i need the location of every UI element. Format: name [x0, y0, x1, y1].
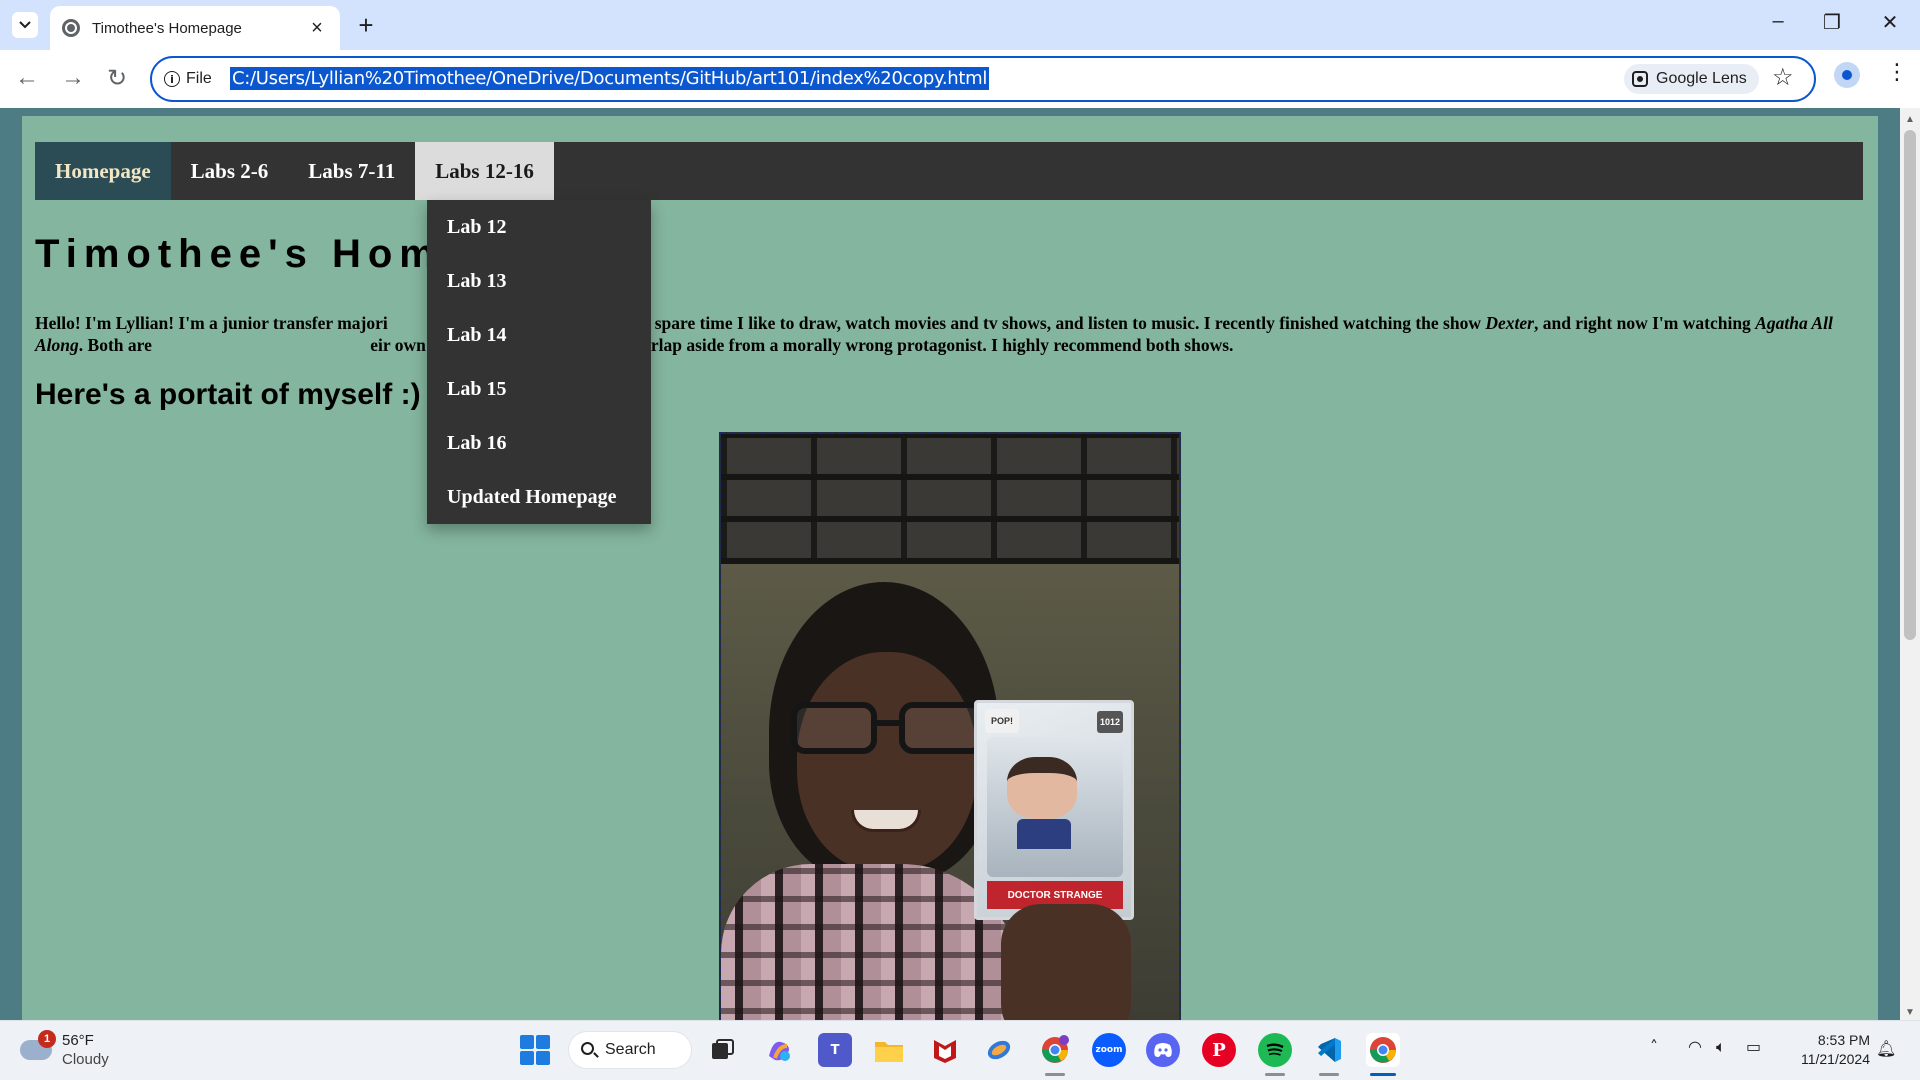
minimize-icon[interactable]: –: [1758, 10, 1798, 33]
chrome-profile-icon[interactable]: [1038, 1033, 1072, 1067]
pinterest-icon[interactable]: P: [1202, 1033, 1236, 1067]
show-title-dexter: Dexter: [1485, 313, 1534, 333]
forward-arrow-icon[interactable]: →: [58, 64, 88, 92]
browser-tab[interactable]: Timothee's Homepage ×: [50, 6, 340, 50]
page-content: Homepage Labs 2-6 Labs 7-11 Labs 12-16 L…: [22, 116, 1878, 1020]
vscode-icon[interactable]: [1312, 1033, 1346, 1067]
teams-icon[interactable]: T: [818, 1033, 852, 1067]
info-icon: i: [164, 71, 180, 87]
weather-temp: 56°F: [62, 1032, 94, 1049]
reload-icon[interactable]: ↻: [102, 64, 132, 93]
dropdown-item-lab-14[interactable]: Lab 14: [427, 308, 651, 362]
speaker-icon[interactable]: 🔈︎: [1716, 1037, 1726, 1057]
nav-labs-7-11[interactable]: Labs 7-11: [288, 142, 415, 200]
photo-hand: [1001, 904, 1131, 1020]
site-info-button[interactable]: i File: [164, 67, 212, 91]
scroll-down-arrow-icon[interactable]: ▼: [1900, 1007, 1920, 1018]
mcafee-icon[interactable]: [928, 1033, 962, 1067]
running-indicator: [1265, 1073, 1285, 1076]
zoom-icon[interactable]: zoom: [1092, 1033, 1126, 1067]
site-info-label: File: [186, 70, 212, 87]
taskbar-search[interactable]: Search: [568, 1031, 692, 1069]
address-bar[interactable]: i File C:/Users/Lyllian%20Timothee/OneDr…: [150, 56, 1816, 102]
search-icon: [581, 1042, 594, 1055]
running-indicator: [1045, 1073, 1065, 1076]
page-viewport: Homepage Labs 2-6 Labs 7-11 Labs 12-16 L…: [0, 108, 1900, 1020]
dropdown-item-lab-12[interactable]: Lab 12: [427, 200, 651, 254]
site-navbar: Homepage Labs 2-6 Labs 7-11 Labs 12-16: [35, 142, 1863, 200]
weather-badge: 1: [38, 1030, 56, 1048]
discord-icon[interactable]: [1146, 1033, 1180, 1067]
funko-number: 1012: [1097, 711, 1123, 733]
search-label: Search: [605, 1041, 656, 1058]
cloud-icon: 1: [20, 1030, 56, 1060]
page-title: Timothee's Hom: [35, 232, 442, 276]
intro-paragraph: Hello! I'm Lyllian! I'm a junior transfe…: [35, 312, 1871, 356]
google-lens-label: Google Lens: [1656, 70, 1747, 87]
page-scrollbar[interactable]: ▲ ▼: [1900, 108, 1920, 1020]
snipping-tool-icon[interactable]: [982, 1033, 1016, 1067]
running-indicator: [1319, 1073, 1339, 1076]
nav-homepage[interactable]: Homepage: [35, 142, 171, 200]
camera-lens-icon: [1632, 71, 1648, 87]
active-indicator: [1370, 1073, 1396, 1076]
photo-ceiling: [721, 434, 1179, 564]
portrait-photo: POP! 1012 DOCTOR STRANGE: [719, 432, 1181, 1020]
copilot-icon[interactable]: [762, 1033, 796, 1067]
wifi-icon[interactable]: ◠: [1688, 1037, 1702, 1056]
tab-title: Timothee's Homepage: [92, 19, 242, 37]
file-explorer-icon[interactable]: [872, 1033, 906, 1067]
notification-bell-icon[interactable]: 🔔︎: [1876, 1039, 1896, 1058]
url-text[interactable]: C:/Users/Lyllian%20Timothee/OneDrive/Doc…: [230, 67, 990, 90]
scroll-thumb[interactable]: [1904, 130, 1916, 640]
windows-start-icon[interactable]: [520, 1035, 550, 1065]
taskbar: 1 56°F Cloudy Search T zoom P ˄ ◠ 🔈︎ ▭ 8…: [0, 1020, 1920, 1080]
dropdown-item-lab-15[interactable]: Lab 15: [427, 362, 651, 416]
weather-condition: Cloudy: [62, 1051, 109, 1068]
labs-dropdown-menu: Lab 12 Lab 13 Lab 14 Lab 15 Lab 16 Updat…: [427, 200, 651, 524]
restore-icon[interactable]: ❐: [1812, 10, 1852, 35]
globe-icon: [62, 19, 80, 37]
weather-widget[interactable]: 1 56°F Cloudy: [20, 1030, 109, 1069]
funko-pop-logo: POP!: [985, 709, 1019, 733]
task-view-icon[interactable]: [706, 1033, 740, 1067]
chrome-active-icon[interactable]: [1366, 1033, 1400, 1067]
google-lens-button[interactable]: Google Lens: [1624, 64, 1759, 94]
profile-avatar-icon[interactable]: [1834, 62, 1860, 88]
intro-text-2: ia. In my spare time I like to draw, wat…: [583, 313, 1486, 333]
more-menu-icon[interactable]: ⋮: [1886, 60, 1908, 85]
intro-text-3: , and right now I'm watching: [1533, 313, 1756, 333]
photo-glasses: [791, 702, 987, 758]
funko-figure-body: [1017, 819, 1071, 849]
portrait-heading: Here's a portait of myself :): [35, 378, 421, 411]
bookmark-star-icon[interactable]: ☆: [1772, 63, 1794, 92]
close-window-icon[interactable]: ✕: [1870, 10, 1910, 35]
battery-icon[interactable]: ▭: [1746, 1037, 1761, 1056]
close-tab-icon[interactable]: ×: [306, 17, 328, 40]
nav-labs-12-16[interactable]: Labs 12-16: [415, 142, 554, 200]
browser-tab-bar: Timothee's Homepage × + – ❐ ✕: [0, 0, 1920, 50]
show-hidden-icons-chevron-icon[interactable]: ˄: [1650, 1037, 1658, 1056]
nav-labs-2-6[interactable]: Labs 2-6: [171, 142, 289, 200]
spotify-icon[interactable]: [1258, 1033, 1292, 1067]
photo-face: [797, 652, 977, 872]
scroll-up-arrow-icon[interactable]: ▲: [1900, 114, 1920, 125]
browser-toolbar: ← → ↻ i File C:/Users/Lyllian%20Timothee…: [0, 50, 1920, 108]
back-arrow-icon[interactable]: ←: [12, 64, 42, 92]
intro-text-4: . Both are: [78, 335, 157, 355]
new-tab-button[interactable]: +: [352, 10, 380, 41]
photo-smile: [851, 810, 921, 832]
tab-search-button[interactable]: [12, 12, 38, 38]
clock-time: 8:53 PM: [1817, 1032, 1870, 1048]
clock-date: 11/21/2024: [1800, 1051, 1870, 1067]
funko-figure-head: [1007, 757, 1077, 819]
system-clock[interactable]: 8:53 PM 11/21/2024: [1782, 1031, 1870, 1069]
dropdown-item-updated-homepage[interactable]: Updated Homepage: [427, 470, 651, 524]
dropdown-item-lab-13[interactable]: Lab 13: [427, 254, 651, 308]
intro-text-1: Hello! I'm Lyllian! I'm a junior transfe…: [35, 313, 388, 333]
chevron-down-icon: [19, 21, 31, 29]
dropdown-item-lab-16[interactable]: Lab 16: [427, 416, 651, 470]
funko-pop-box: POP! 1012 DOCTOR STRANGE: [974, 700, 1134, 920]
